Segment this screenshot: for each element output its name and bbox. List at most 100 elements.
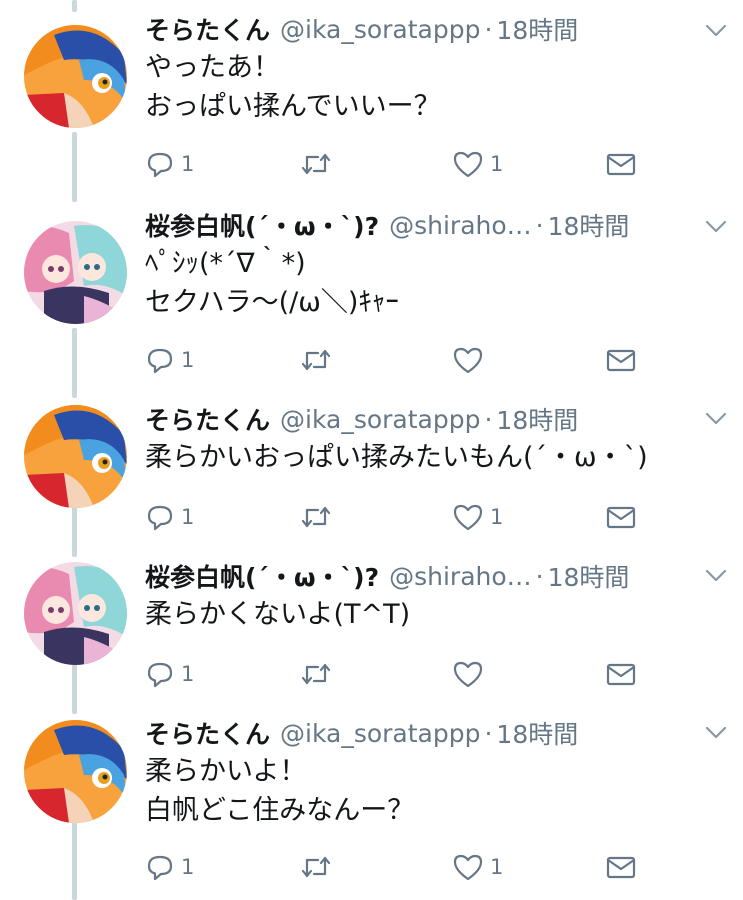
heart-icon [452,852,484,882]
reply-icon [145,502,175,532]
like-button[interactable]: 1 [452,847,503,887]
tweet[interactable]: そらたくん @ika_soratappp · 18時間 やったあ！ おっぱい揉ん… [0,0,743,196]
reply-button[interactable]: 1 [145,144,194,184]
timestamp[interactable]: 18時間 [548,207,630,243]
tweet[interactable]: 桜参白帆(´・ω・`)? @shiraho… · 18時間 ﾍﾟｼｯ(*´∇｀*… [0,196,743,392]
reply-count: 1 [181,152,195,176]
avatar[interactable] [24,562,127,665]
tweet[interactable]: 桜参白帆(´・ω・`)? @shiraho… · 18時間 柔らかくないよ(T^… [0,549,743,706]
shiraho-avatar-image [24,221,127,324]
like-button[interactable]: 1 [452,497,503,537]
reply-button[interactable]: 1 [145,654,194,694]
avatar[interactable] [24,221,127,324]
direct-message-button[interactable] [605,847,637,887]
like-button[interactable] [452,654,490,694]
user-handle[interactable]: @shiraho… [389,211,532,240]
tweet-actions: 1 [0,654,743,694]
display-name[interactable]: そらたくん [145,11,270,47]
avatar[interactable] [24,720,127,823]
tweet-header: 桜参白帆(´・ω・`)? @shiraho… · 18時間 [145,206,690,244]
tweet-text: やったあ！ おっぱい揉んでいいー？ [145,52,441,122]
user-handle[interactable]: @ika_soratappp [280,15,480,44]
timestamp[interactable]: 18時間 [496,11,578,47]
user-handle[interactable]: @ika_soratappp [280,719,480,748]
direct-message-button[interactable] [605,144,637,184]
heart-icon [452,149,484,179]
direct-message-button[interactable] [605,340,637,380]
sora-avatar-image [24,25,127,128]
tweet-actions: 1 [0,340,743,380]
avatar[interactable] [24,25,127,128]
chevron-down-icon[interactable] [702,16,730,44]
tweet-header: そらたくん @ika_soratappp · 18時間 [145,10,690,48]
tweet-text: ﾍﾟｼｯ(*´∇｀*) セクハラ〜(/ω＼)ｷｬｰ [145,248,399,318]
direct-message-button[interactable] [605,497,637,537]
retweet-icon [298,659,334,689]
timestamp[interactable]: 18時間 [496,401,578,437]
tweet[interactable]: そらたくん @ika_soratappp · 18時間 柔らかいおっぱい揉みたい… [0,392,743,549]
user-handle[interactable]: @shiraho… [389,562,532,591]
reply-count: 1 [181,855,195,879]
envelope-icon [605,852,637,882]
reply-icon [145,149,175,179]
separator: · [484,718,493,748]
tweet-header: そらたくん @ika_soratappp · 18時間 [145,400,690,438]
chevron-down-icon[interactable] [702,404,730,432]
chevron-down-icon[interactable] [702,212,730,240]
heart-icon [452,502,484,532]
separator: · [484,14,493,44]
retweet-button[interactable] [298,340,340,380]
separator: · [484,404,493,434]
reply-button[interactable]: 1 [145,340,194,380]
timestamp[interactable]: 18時間 [548,558,630,594]
tweet-text: 柔らかいおっぱい揉みたいもん(´・ω・`) [145,442,648,473]
timestamp[interactable]: 18時間 [496,715,578,751]
reply-button[interactable]: 1 [145,497,194,537]
tweet-header: そらたくん @ika_soratappp · 18時間 [145,714,690,752]
chevron-down-icon[interactable] [702,561,730,589]
sora-avatar-image [24,405,127,508]
avatar[interactable] [24,405,127,508]
envelope-icon [605,345,637,375]
tweet-header: 桜参白帆(´・ω・`)? @shiraho… · 18時間 [145,557,690,595]
shiraho-avatar-image [24,562,127,665]
tweet[interactable]: そらたくん @ika_soratappp · 18時間 柔らかいよ！ 白帆どこ住… [0,706,743,900]
reply-count: 1 [181,348,195,372]
display-name[interactable]: 桜参白帆(´・ω・`)? [145,558,379,594]
retweet-button[interactable] [298,654,340,694]
reply-icon [145,345,175,375]
like-count: 1 [490,855,504,879]
like-count: 1 [490,152,504,176]
display-name[interactable]: そらたくん [145,401,270,437]
reply-icon [145,659,175,689]
like-count: 1 [490,505,504,529]
display-name[interactable]: 桜参白帆(´・ω・`)? [145,207,379,243]
reply-button[interactable]: 1 [145,847,194,887]
retweet-button[interactable] [298,144,340,184]
reply-count: 1 [181,662,195,686]
user-handle[interactable]: @ika_soratappp [280,405,480,434]
separator: · [535,561,544,591]
sora-avatar-image [24,720,127,823]
retweet-button[interactable] [298,497,340,537]
tweet-text: 柔らかいよ！ 白帆どこ住みなんー？ [145,756,415,826]
tweet-actions: 1 1 [0,847,743,887]
envelope-icon [605,149,637,179]
heart-icon [452,345,484,375]
like-button[interactable]: 1 [452,144,503,184]
direct-message-button[interactable] [605,654,637,694]
envelope-icon [605,502,637,532]
display-name[interactable]: そらたくん [145,715,270,751]
retweet-icon [298,852,334,882]
reply-count: 1 [181,505,195,529]
tweet-text: 柔らかくないよ(T^T) [145,599,411,630]
retweet-icon [298,345,334,375]
retweet-button[interactable] [298,847,340,887]
envelope-icon [605,659,637,689]
chevron-down-icon[interactable] [702,718,730,746]
tweet-actions: 1 1 [0,144,743,184]
heart-icon [452,659,484,689]
retweet-icon [298,149,334,179]
like-button[interactable] [452,340,490,380]
retweet-icon [298,502,334,532]
